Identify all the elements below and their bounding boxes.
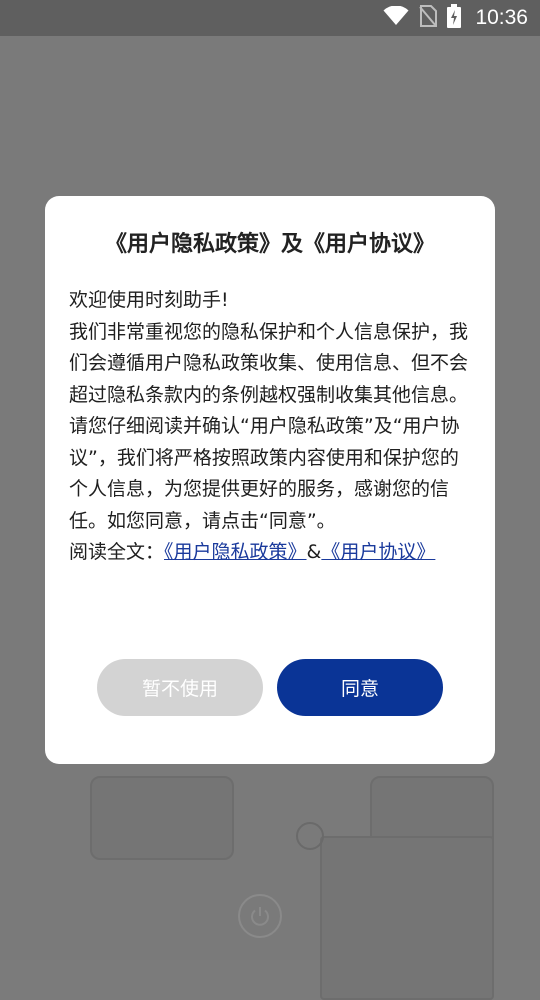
status-time: 10:36 xyxy=(475,6,528,29)
background-panel xyxy=(320,836,494,1000)
background-indicator-icon xyxy=(296,822,324,850)
no-sim-icon xyxy=(419,5,438,31)
read-full-label: 阅读全文： xyxy=(69,541,165,563)
background-device-left xyxy=(90,776,234,860)
battery-charging-icon xyxy=(447,4,462,32)
status-icons: 10:36 xyxy=(383,0,528,36)
read-full-line: 阅读全文：《用户隐私政策》&《用户协议》 xyxy=(69,537,473,569)
agree-button[interactable]: 同意 xyxy=(277,659,443,716)
dialog-title: 《用户隐私政策》及《用户协议》 xyxy=(104,232,435,257)
privacy-policy-link[interactable]: 《用户隐私政策》 xyxy=(164,541,307,563)
decline-button[interactable]: 暂不使用 xyxy=(97,659,263,716)
consent-statement: 请您仔细阅读并确认“用户隐私政策”及“用户协议”，我们将严格按照政策内容使用和保… xyxy=(69,415,460,532)
user-agreement-link[interactable]: 《用户协议》 xyxy=(321,541,435,563)
dialog-body: 欢迎使用时刻助手! 我们非常重视您的隐私保护和个人信息保护，我们会遵循用户隐私政… xyxy=(69,285,473,569)
welcome-text: 欢迎使用时刻助手! xyxy=(69,289,229,311)
privacy-statement: 我们非常重视您的隐私保护和个人信息保护，我们会遵循用户隐私政策收集、使用信息、但… xyxy=(69,320,469,406)
power-icon xyxy=(238,894,282,938)
wifi-icon xyxy=(383,5,409,30)
privacy-dialog: 《用户隐私政策》及《用户协议》 欢迎使用时刻助手! 我们非常重视您的隐私保护和个… xyxy=(45,196,495,764)
ampersand-text: & xyxy=(306,541,322,563)
status-bar: 10:36 xyxy=(0,0,540,36)
